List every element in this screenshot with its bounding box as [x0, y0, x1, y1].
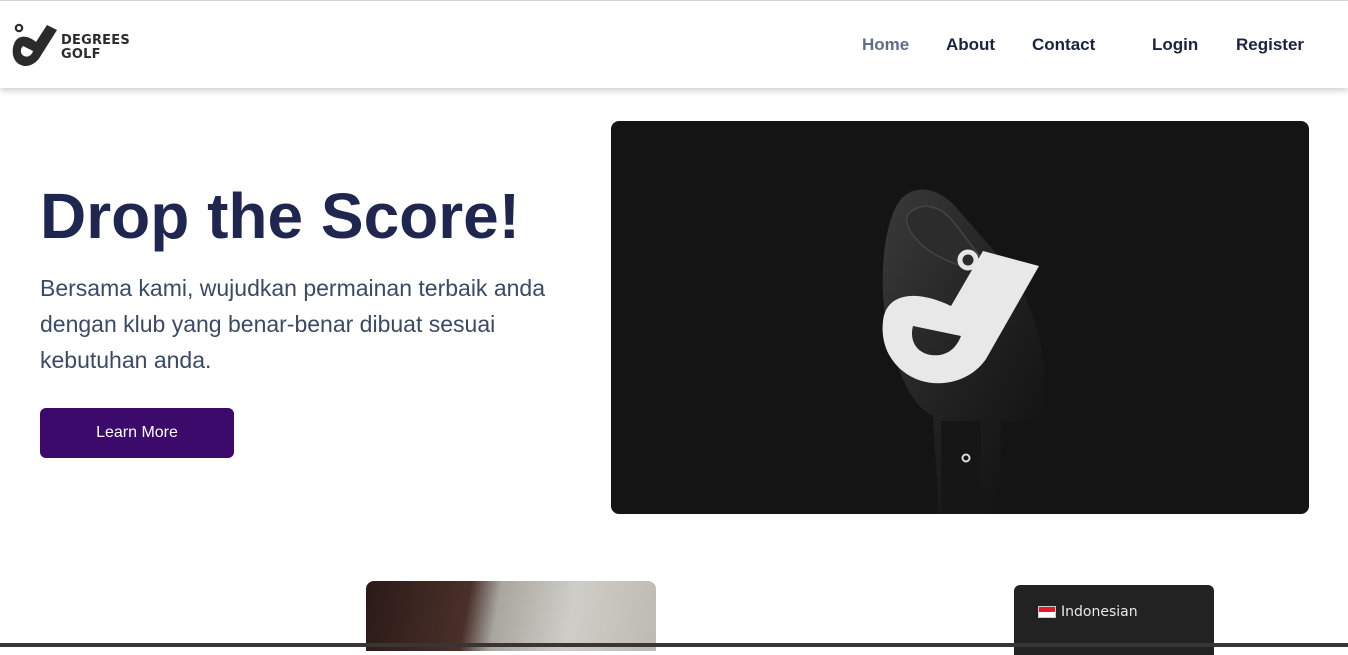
nav-home-link[interactable]: Home — [862, 35, 909, 55]
brand-name: DEGREES GOLF — [61, 34, 130, 62]
indonesia-flag-icon — [1038, 606, 1056, 618]
golf-club-logo-illustration — [882, 189, 1045, 514]
nav-login-link[interactable]: Login — [1152, 35, 1198, 55]
gallery-photo-preview — [366, 581, 656, 651]
hero-image — [611, 121, 1309, 514]
language-label: Indonesian — [1061, 604, 1138, 620]
brand-name-line2: GOLF — [61, 47, 101, 62]
nav-register-link[interactable]: Register — [1236, 35, 1304, 55]
learn-more-button[interactable]: Learn More — [40, 408, 234, 458]
hero-title: Drop the Score! — [40, 180, 521, 252]
navbar: DEGREES GOLF Home About Contact Login Re… — [0, 1, 1348, 88]
brand-logo[interactable]: DEGREES GOLF — [9, 21, 134, 69]
hero-description: Bersama kami, wujudkan permainan terbaik… — [40, 275, 545, 373]
nav-contact-link[interactable]: Contact — [1032, 35, 1095, 55]
brand-name-line1: DEGREES — [61, 33, 130, 48]
degrees-golf-logo-icon — [12, 23, 57, 67]
bottom-strip — [0, 643, 1348, 647]
nav-about-link[interactable]: About — [946, 35, 995, 55]
